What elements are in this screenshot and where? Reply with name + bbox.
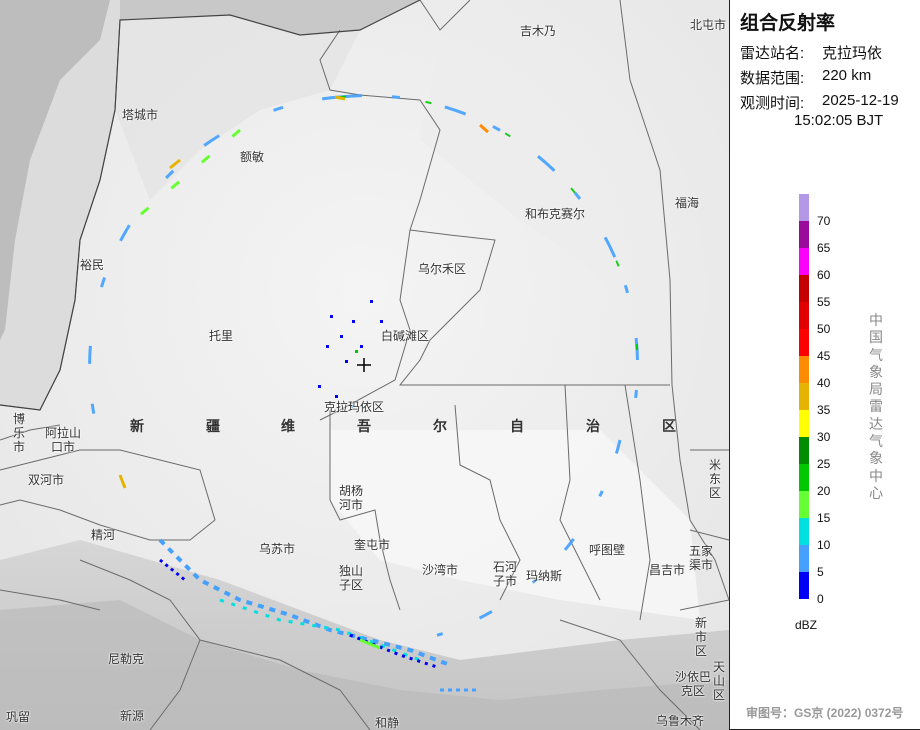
place-label-tianshan: 天山区 xyxy=(712,660,725,702)
place-label-jimunai: 吉木乃 xyxy=(520,24,557,38)
place-label-shihezi: 石河 子市 xyxy=(492,560,517,588)
legend-swatch xyxy=(799,464,809,491)
region-name-char: 自 xyxy=(510,418,524,434)
place-label-wuerhe: 乌尔禾区 xyxy=(418,262,467,276)
place-label-midong: 米东区 xyxy=(708,458,721,500)
legend-swatch xyxy=(799,491,809,518)
place-label-kuitun: 奎屯市 xyxy=(354,538,391,552)
place-label-bole: 博乐市 xyxy=(12,412,25,454)
legend-swatch xyxy=(799,302,809,329)
range-label: 数据范围: xyxy=(740,70,805,87)
place-label-yumin: 裕民 xyxy=(80,258,105,272)
legend-unit: dBZ xyxy=(795,618,818,632)
place-label-emin: 额敏 xyxy=(240,150,265,164)
place-label-xinyuan: 新源 xyxy=(120,709,145,723)
review-number: 审图号：GS京 (2022) 0372号 xyxy=(746,706,904,720)
legend-label: 10 xyxy=(817,538,831,552)
legend-swatch xyxy=(799,383,809,410)
legend-label: 50 xyxy=(817,322,831,336)
region-name-char: 新 xyxy=(130,418,144,434)
place-label-shawan: 沙湾市 xyxy=(422,563,459,577)
time-clock: 15:02:05 BJT xyxy=(794,112,884,129)
place-label-beitun: 北屯市 xyxy=(690,18,727,32)
region-name-char: 治 xyxy=(586,418,600,434)
panel-title: 组合反射率 xyxy=(740,13,836,34)
place-label-huyanghe: 胡杨 河市 xyxy=(338,484,363,512)
legend-swatch xyxy=(799,518,809,545)
legend-label: 40 xyxy=(817,376,831,390)
legend-swatch xyxy=(799,437,809,464)
legend-label: 45 xyxy=(817,349,831,363)
place-label-xinshi: 新市区 xyxy=(694,616,707,658)
place-label-nileke: 尼勒克 xyxy=(108,652,145,666)
place-label-wusu: 乌苏市 xyxy=(259,542,296,556)
legend-swatch xyxy=(799,194,809,221)
legend-label: 35 xyxy=(817,403,831,417)
legend-label: 15 xyxy=(817,511,831,525)
info-panel: 组合反射率 雷达站名: 克拉玛依 数据范围: 220 km 观测时间: 2025… xyxy=(729,0,920,730)
color-legend xyxy=(799,194,809,599)
time-label: 观测时间: xyxy=(740,95,805,112)
legend-swatch xyxy=(799,221,809,248)
region-name-char: 尔 xyxy=(433,418,447,434)
place-label-jinghe: 精河 xyxy=(91,528,116,542)
legend-label: 20 xyxy=(817,484,831,498)
legend-label: 0 xyxy=(817,592,824,606)
place-label-baijiantan: 白碱滩区 xyxy=(381,329,430,343)
region-name-char: 吾 xyxy=(357,418,371,434)
legend-label: 65 xyxy=(817,241,831,255)
place-label-dushanzi: 独山 子区 xyxy=(338,564,363,592)
organization-text: 中国气象局雷达气象中心 xyxy=(869,312,883,501)
legend-swatch xyxy=(799,329,809,356)
place-label-shayibake: 沙依巴 克区 xyxy=(674,670,711,698)
legend-label: 5 xyxy=(817,565,824,579)
radar-map: 吉木乃 北屯市 塔城市 额敏 和布克赛尔 福海 裕民 乌尔禾区 托里 白碱滩区 … xyxy=(0,0,729,730)
legend-label: 70 xyxy=(817,214,831,228)
place-label-hejing: 和静 xyxy=(375,716,400,730)
station-label: 雷达站名: xyxy=(740,45,805,62)
place-label-fuhai: 福海 xyxy=(675,196,700,210)
legend-swatch xyxy=(799,410,809,437)
legend-swatch xyxy=(799,572,809,599)
place-label-wujiaqu: 五家 渠市 xyxy=(688,544,713,572)
place-label-alashankou: 阿拉山 口市 xyxy=(44,426,81,454)
legend-label: 25 xyxy=(817,457,831,471)
place-label-gongliu: 巩留 xyxy=(6,710,31,724)
legend-label: 55 xyxy=(817,295,831,309)
range-value: 220 km xyxy=(822,67,872,84)
place-label-hutubi: 呼图壁 xyxy=(589,543,626,557)
place-label-hebukesaier: 和布克赛尔 xyxy=(525,207,586,221)
legend-swatch xyxy=(799,545,809,572)
legend-label: 60 xyxy=(817,268,831,282)
legend-swatch xyxy=(799,248,809,275)
place-label-changji: 昌吉市 xyxy=(649,563,686,577)
legend-swatch xyxy=(799,356,809,383)
terrain-basemap xyxy=(0,0,729,730)
region-name-char: 区 xyxy=(662,418,676,434)
place-label-manasi: 玛纳斯 xyxy=(526,569,563,583)
place-label-kelamayi: 克拉玛依区 xyxy=(324,400,385,414)
legend-label: 30 xyxy=(817,430,831,444)
region-name-char: 维 xyxy=(281,418,295,434)
place-label-shuanghe: 双河市 xyxy=(28,473,65,487)
time-date: 2025-12-19 xyxy=(822,92,899,109)
legend-swatch xyxy=(799,275,809,302)
place-label-tuoli: 托里 xyxy=(209,329,234,343)
region-name-char: 疆 xyxy=(206,418,220,434)
place-label-tacheng: 塔城市 xyxy=(122,108,159,122)
place-label-wulumuqi: 乌鲁木齐 xyxy=(656,714,705,728)
station-value: 克拉玛依 xyxy=(822,45,883,62)
